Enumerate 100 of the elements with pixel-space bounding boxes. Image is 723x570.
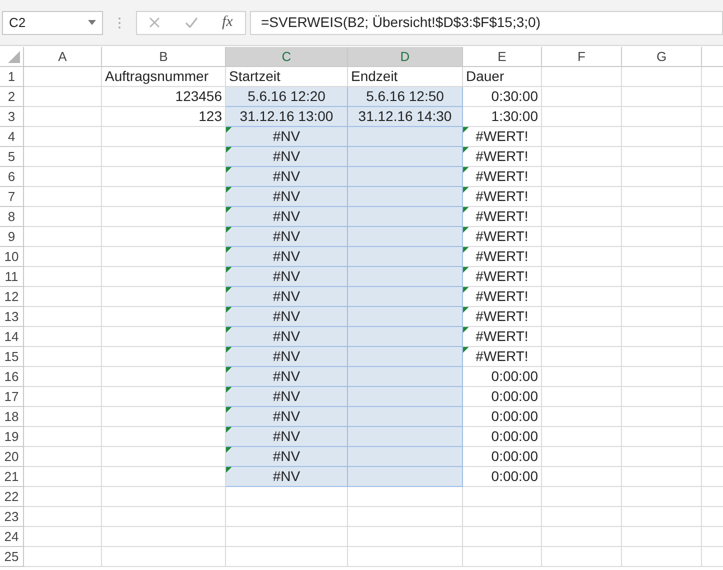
table-cell[interactable]: #NV	[226, 207, 348, 227]
table-cell[interactable]	[24, 427, 102, 447]
row-header[interactable]: 6	[0, 167, 24, 187]
table-cell[interactable]: 123456	[102, 87, 226, 107]
table-cell[interactable]: #WERT!	[463, 327, 542, 347]
row-header[interactable]: 15	[0, 347, 24, 367]
table-cell[interactable]	[24, 87, 102, 107]
row-header[interactable]: 8	[0, 207, 24, 227]
table-cell[interactable]	[542, 167, 622, 187]
table-cell[interactable]	[24, 407, 102, 427]
table-cell[interactable]	[622, 307, 702, 327]
table-cell[interactable]	[24, 107, 102, 127]
table-cell[interactable]	[622, 547, 702, 567]
table-cell[interactable]	[102, 527, 226, 547]
table-cell[interactable]: #NV	[226, 307, 348, 327]
table-cell[interactable]	[102, 247, 226, 267]
table-cell[interactable]	[542, 67, 622, 87]
row-header[interactable]: 7	[0, 187, 24, 207]
table-cell[interactable]	[622, 207, 702, 227]
table-cell[interactable]: #WERT!	[463, 267, 542, 287]
table-cell[interactable]	[542, 327, 622, 347]
table-cell[interactable]	[348, 147, 463, 167]
table-cell[interactable]	[24, 547, 102, 567]
table-cell[interactable]	[102, 307, 226, 327]
table-cell[interactable]	[463, 487, 542, 507]
row-header[interactable]: 24	[0, 527, 24, 547]
table-cell[interactable]	[622, 387, 702, 407]
table-cell[interactable]: #NV	[226, 127, 348, 147]
table-cell[interactable]: #NV	[226, 327, 348, 347]
table-cell[interactable]	[542, 487, 622, 507]
table-cell[interactable]: #WERT!	[463, 167, 542, 187]
table-cell[interactable]	[542, 407, 622, 427]
table-cell[interactable]	[24, 467, 102, 487]
table-cell[interactable]	[622, 367, 702, 387]
table-cell[interactable]	[622, 247, 702, 267]
table-cell[interactable]: #WERT!	[463, 127, 542, 147]
table-cell[interactable]	[102, 327, 226, 347]
row-header[interactable]: 4	[0, 127, 24, 147]
table-cell[interactable]: #WERT!	[463, 227, 542, 247]
column-header[interactable]: C	[226, 47, 348, 67]
table-cell[interactable]	[226, 507, 348, 527]
table-cell[interactable]	[102, 467, 226, 487]
table-cell[interactable]	[348, 307, 463, 327]
table-cell[interactable]	[102, 267, 226, 287]
row-header[interactable]: 25	[0, 547, 24, 567]
table-cell[interactable]	[24, 367, 102, 387]
table-cell[interactable]	[348, 527, 463, 547]
table-cell[interactable]: 0:00:00	[463, 427, 542, 447]
table-cell[interactable]: #NV	[226, 427, 348, 447]
table-cell[interactable]: 0:00:00	[463, 387, 542, 407]
table-cell[interactable]	[542, 87, 622, 107]
table-cell[interactable]	[348, 507, 463, 527]
table-cell[interactable]	[24, 187, 102, 207]
table-cell[interactable]	[542, 207, 622, 227]
table-cell[interactable]: #NV	[226, 407, 348, 427]
table-cell[interactable]	[622, 427, 702, 447]
table-cell[interactable]	[348, 187, 463, 207]
table-cell[interactable]	[622, 487, 702, 507]
table-cell[interactable]	[102, 387, 226, 407]
row-header[interactable]: 1	[0, 67, 24, 87]
row-header[interactable]: 12	[0, 287, 24, 307]
table-cell[interactable]	[102, 127, 226, 147]
table-cell[interactable]: Endzeit	[348, 67, 463, 87]
table-cell[interactable]	[463, 547, 542, 567]
insert-function-button[interactable]: fx	[222, 11, 233, 34]
table-cell[interactable]	[622, 347, 702, 367]
table-cell[interactable]	[463, 507, 542, 527]
column-header[interactable]: E	[463, 47, 542, 67]
table-cell[interactable]: 123	[102, 107, 226, 127]
table-cell[interactable]	[348, 367, 463, 387]
table-cell[interactable]	[542, 147, 622, 167]
table-cell[interactable]	[24, 287, 102, 307]
table-cell[interactable]: #NV	[226, 387, 348, 407]
table-cell[interactable]	[226, 547, 348, 567]
table-cell[interactable]: 1:30:00	[463, 107, 542, 127]
table-cell[interactable]	[348, 247, 463, 267]
table-cell[interactable]	[348, 407, 463, 427]
table-cell[interactable]: 0:00:00	[463, 367, 542, 387]
table-cell[interactable]	[542, 427, 622, 447]
table-cell[interactable]: Auftragsnummer	[102, 67, 226, 87]
table-cell[interactable]	[542, 247, 622, 267]
select-all-triangle-icon[interactable]	[8, 51, 20, 63]
table-cell[interactable]: #WERT!	[463, 187, 542, 207]
row-header[interactable]: 16	[0, 367, 24, 387]
table-cell[interactable]	[622, 87, 702, 107]
table-cell[interactable]: Dauer	[463, 67, 542, 87]
table-cell[interactable]	[542, 447, 622, 467]
table-cell[interactable]	[102, 287, 226, 307]
table-cell[interactable]	[24, 247, 102, 267]
table-cell[interactable]	[24, 167, 102, 187]
column-header[interactable]: G	[622, 47, 702, 67]
table-cell[interactable]: #NV	[226, 287, 348, 307]
table-cell[interactable]	[102, 347, 226, 367]
table-cell[interactable]	[348, 487, 463, 507]
table-cell[interactable]	[622, 287, 702, 307]
table-cell[interactable]	[622, 447, 702, 467]
row-header[interactable]: 19	[0, 427, 24, 447]
table-cell[interactable]	[102, 227, 226, 247]
table-cell[interactable]: 0:30:00	[463, 87, 542, 107]
table-cell[interactable]	[226, 527, 348, 547]
